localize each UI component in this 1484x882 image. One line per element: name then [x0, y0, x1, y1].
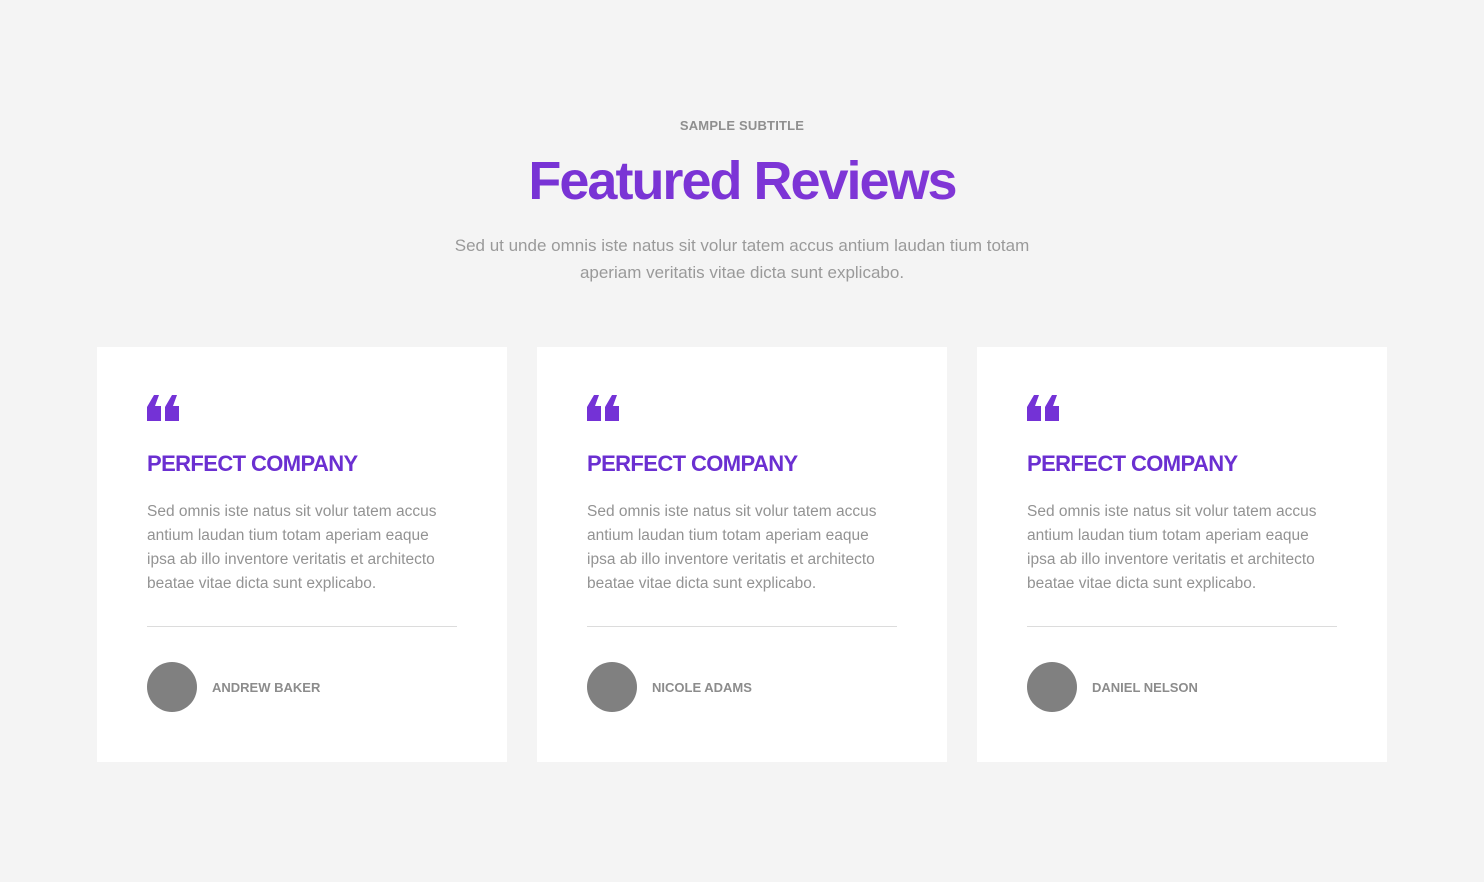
section-subtitle: SAMPLE SUBTITLE [679, 118, 805, 133]
section-lead: Sed ut unde omnis iste natus sit volur t… [454, 236, 1030, 282]
review-title: PERFECT COMPANY [1027, 451, 1238, 476]
quote-icon [587, 395, 619, 421]
quote-icon [147, 395, 179, 421]
avatar [147, 662, 197, 712]
review-title: PERFECT COMPANY [147, 451, 358, 476]
review-text: Sed omnis iste natus sit volur tatem acc… [1027, 503, 1317, 592]
review-author: NICOLE ADAMS [587, 662, 752, 712]
review-text: Sed omnis iste natus sit volur tatem acc… [147, 503, 437, 592]
author-name: NICOLE ADAMS [652, 679, 752, 695]
divider [587, 626, 897, 627]
reviews-section: SAMPLE SUBTITLE Featured Reviews Sed ut … [0, 0, 1484, 882]
review-card: PERFECT COMPANY Sed omnis iste natus sit… [537, 347, 947, 762]
review-text: Sed omnis iste natus sit volur tatem acc… [587, 503, 877, 592]
quote-icon [1027, 395, 1059, 421]
avatar [587, 662, 637, 712]
review-card: PERFECT COMPANY Sed omnis iste natus sit… [977, 347, 1387, 762]
avatar [1027, 662, 1077, 712]
author-name: ANDREW BAKER [212, 679, 321, 695]
author-name: DANIEL NELSON [1092, 679, 1198, 695]
review-author: ANDREW BAKER [147, 662, 320, 712]
section-title: Featured Reviews [0, 150, 1484, 212]
divider [147, 626, 457, 627]
review-card: PERFECT COMPANY Sed omnis iste natus sit… [97, 347, 507, 762]
divider [1027, 626, 1337, 627]
review-title: PERFECT COMPANY [587, 451, 798, 476]
review-cards: PERFECT COMPANY Sed omnis iste natus sit… [97, 347, 1387, 762]
review-author: DANIEL NELSON [1027, 662, 1198, 712]
